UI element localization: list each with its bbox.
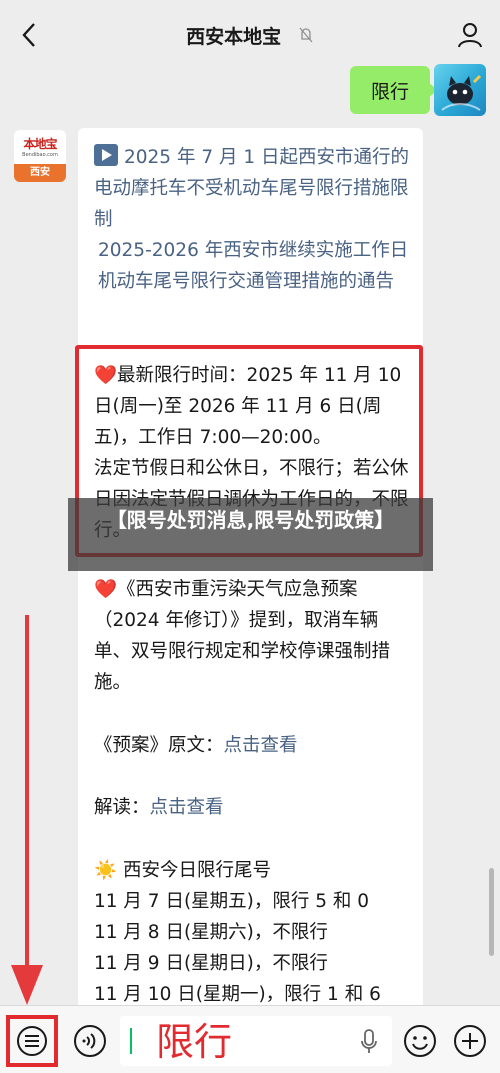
emoji-button[interactable] <box>402 1023 438 1059</box>
scrollbar[interactable] <box>489 868 494 956</box>
annotation-arrow-head <box>11 965 43 1005</box>
notice-link-1[interactable]: 2025 年 7 月 1 日起西安市通行的电动摩托车不受机动车尾号限行措施限制 <box>94 142 412 235</box>
menu-list-icon <box>17 1026 47 1056</box>
sent-message-bubble[interactable]: 限行 <box>350 66 438 114</box>
message-input-text: 限行 <box>156 1020 233 1064</box>
day-line: 11 月 8 日(星期六)，不限行 <box>94 922 328 943</box>
more-button[interactable] <box>452 1023 488 1059</box>
plan-view-link[interactable]: 点击查看 <box>224 735 298 756</box>
chat-title: 西安本地宝 <box>186 26 282 48</box>
interpretation-row: 解读：点击查看 <box>94 797 224 818</box>
overlay-banner: 【限号处罚消息,限号处罚政策】 <box>68 498 433 571</box>
message-input[interactable]: 限行 <box>120 1016 392 1066</box>
annotation-arrow-line <box>25 615 29 985</box>
mute-icon <box>298 26 314 49</box>
official-account-avatar[interactable]: 本地宝 Bendibao.com 西安 <box>14 130 66 182</box>
day-line: 11 月 9 日(星期日)，不限行 <box>94 953 328 974</box>
play-icon <box>94 144 118 166</box>
voice-button[interactable] <box>72 1023 108 1059</box>
voice-icon <box>74 1025 106 1057</box>
plus-icon <box>454 1025 486 1057</box>
interpretation-view-link[interactable]: 点击查看 <box>150 797 224 818</box>
top-bar: 西安本地宝 <box>0 0 500 70</box>
text-cursor <box>130 1028 132 1054</box>
heart-icon: ❤️ <box>94 579 118 600</box>
cat-avatar-image <box>441 74 482 111</box>
sent-message-text: 限行 <box>370 80 409 103</box>
notice-link-2[interactable]: 2025-2026 年西安市继续实施工作日机动车尾号限行交通管理措施的通告 <box>94 235 412 297</box>
mic-button[interactable] <box>358 1028 380 1056</box>
sun-icon: ☀️ <box>94 860 118 881</box>
avatar-logo-text: 本地宝 <box>23 137 57 151</box>
smile-icon <box>404 1025 436 1057</box>
avatar-logo-url: Bendibao.com <box>22 152 58 158</box>
profile-button[interactable] <box>454 18 486 52</box>
emergency-plan-text: ❤️《西安市重污染天气应急预案（2024 年修订）》提到，取消车辆单、双号限行规… <box>94 579 391 693</box>
today-title: ☀️ 西安今日限行尾号 <box>94 860 271 881</box>
input-toolbar: 限行 <box>0 1005 500 1073</box>
avatar-city-label: 西安 <box>14 164 66 182</box>
plan-original-row: 《预案》原文：点击查看 <box>94 735 298 756</box>
day-line: 11 月 7 日(星期五)，限行 5 和 0 <box>94 891 370 912</box>
menu-button[interactable] <box>6 1015 58 1067</box>
person-icon <box>458 23 482 48</box>
reply-message-bubble: 2025 年 7 月 1 日起西安市通行的电动摩托车不受机动车尾号限行措施限制 … <box>78 128 423 1048</box>
my-avatar[interactable] <box>434 64 486 116</box>
chat-title-area: 西安本地宝 <box>0 22 500 49</box>
mic-icon <box>361 1029 377 1053</box>
